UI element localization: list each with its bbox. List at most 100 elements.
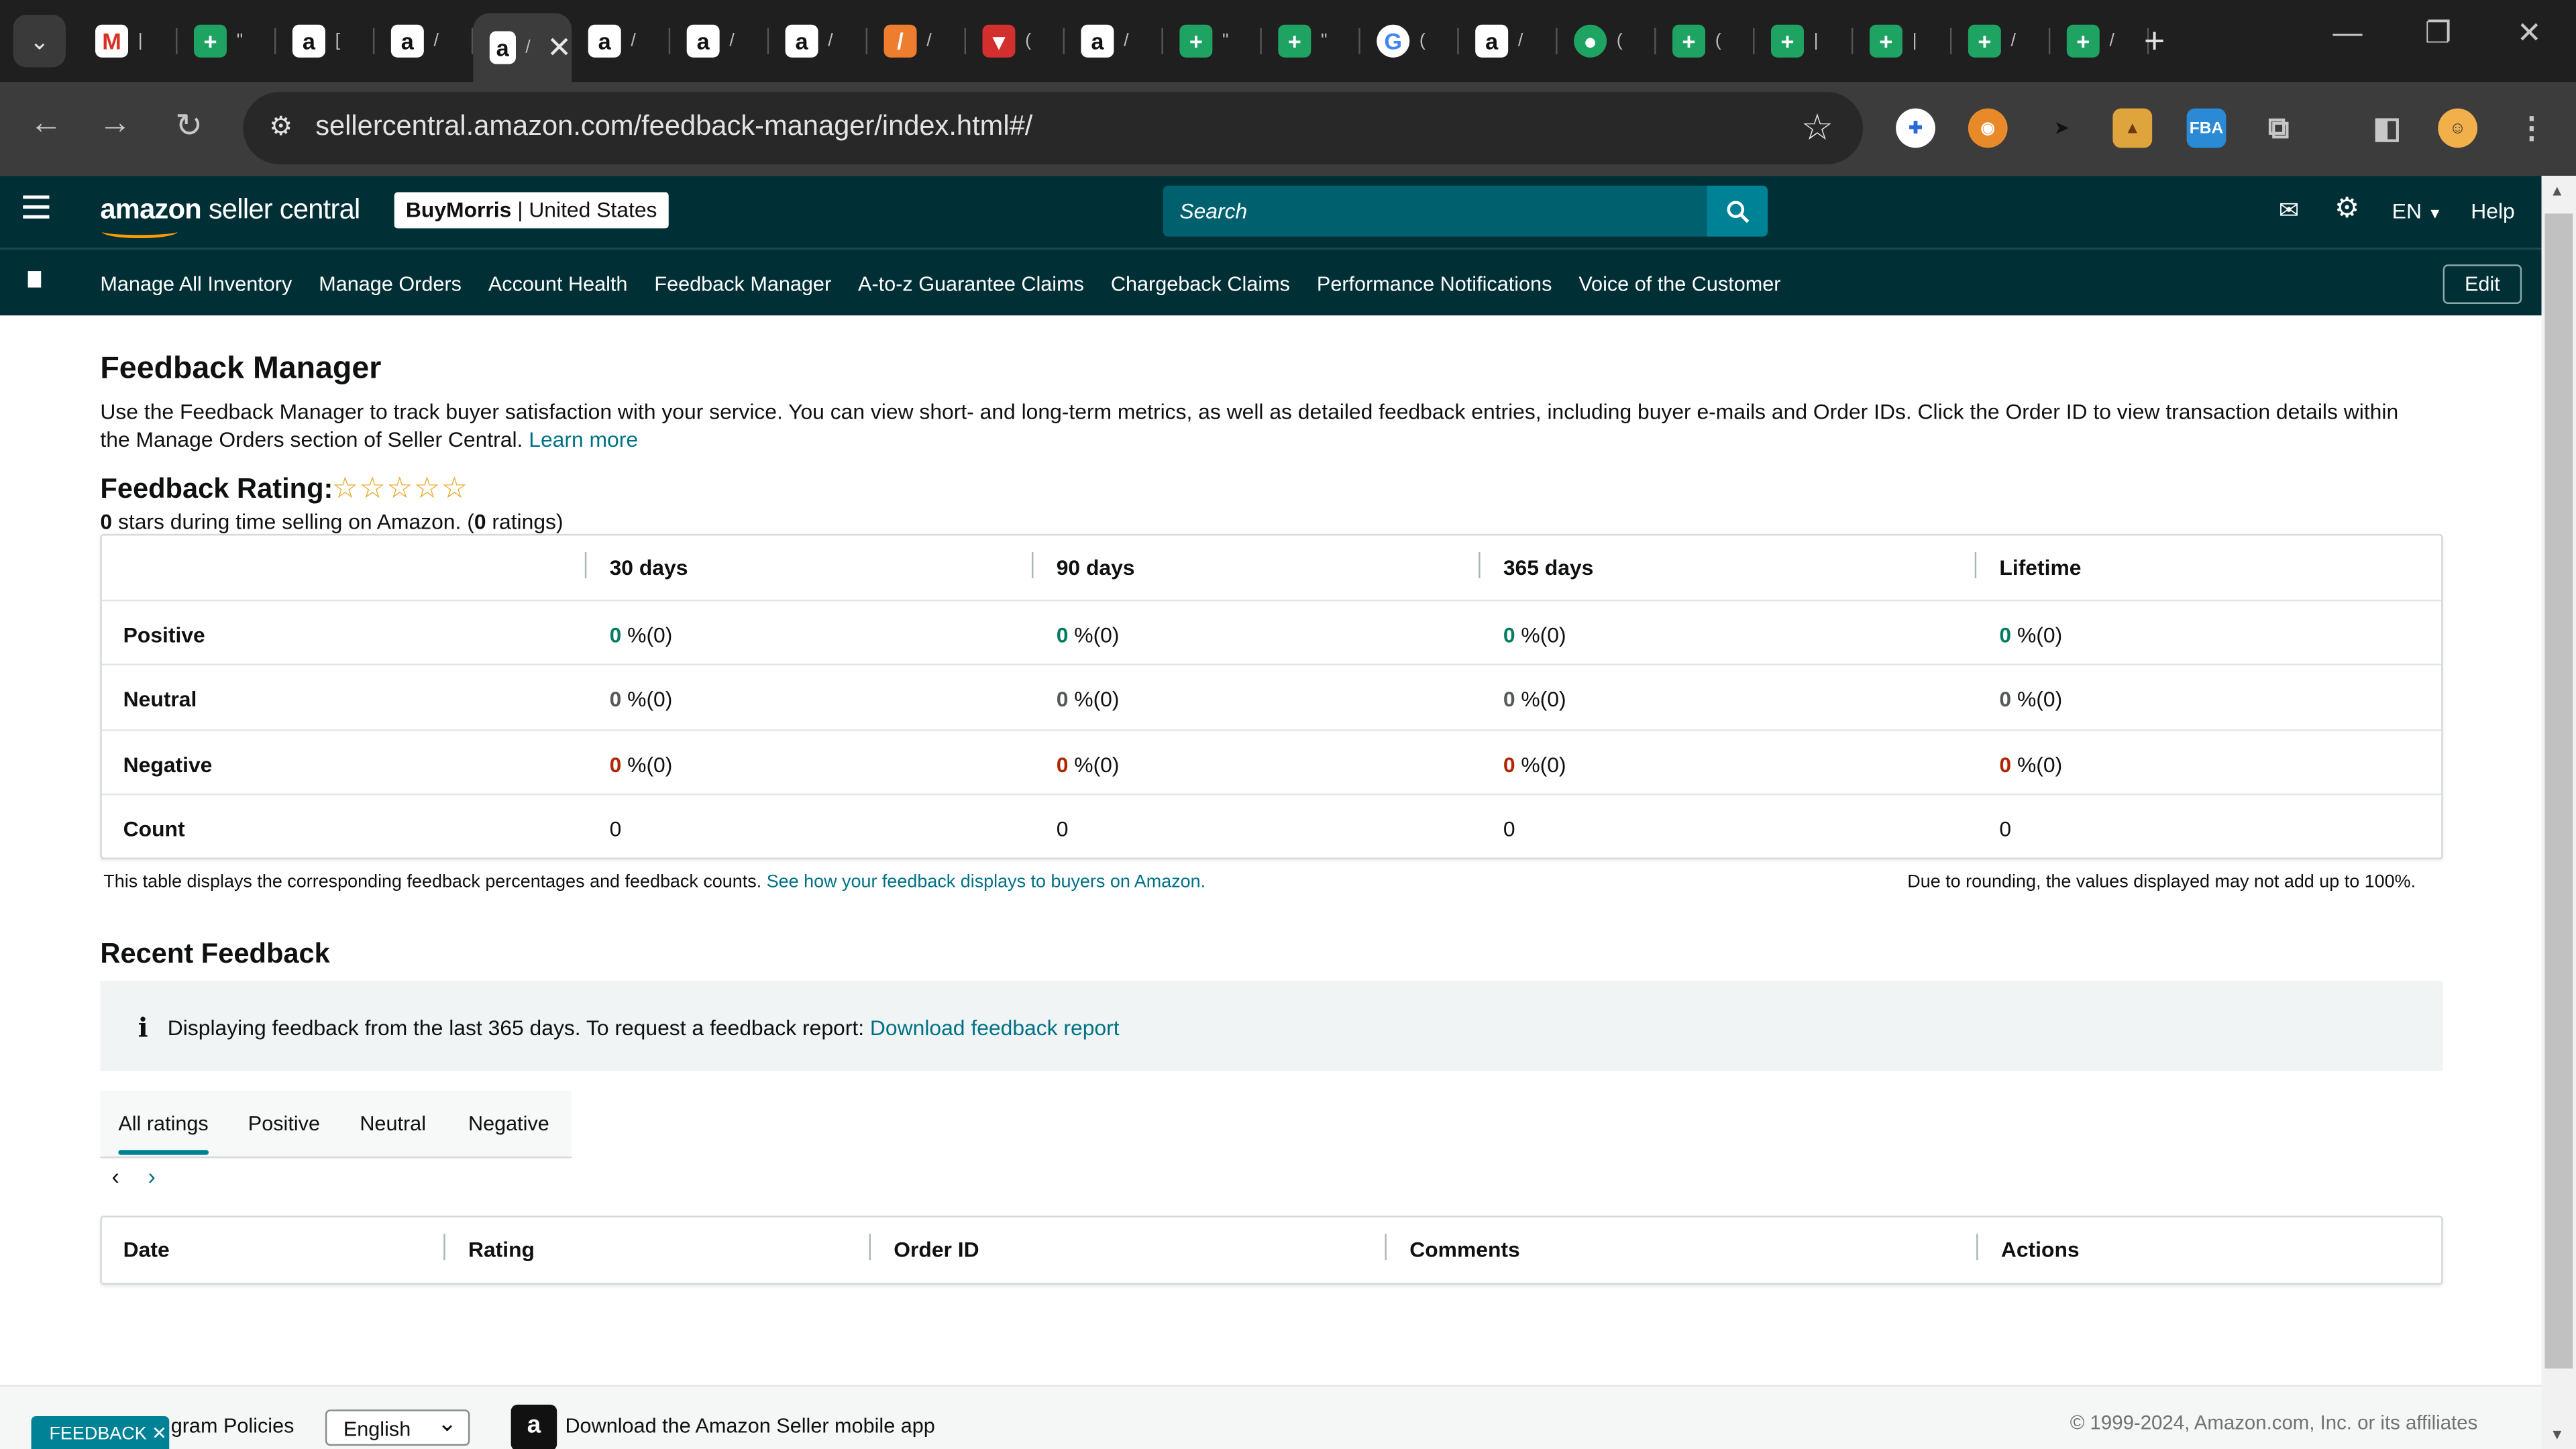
- nav-link-voice-of-the-customer[interactable]: Voice of the Customer: [1578, 273, 1780, 296]
- browser-tab[interactable]: + |: [1853, 13, 1952, 69]
- new-tab-button[interactable]: +: [2144, 19, 2165, 62]
- site-info-icon[interactable]: ⚙: [263, 110, 299, 146]
- seller-central-logo[interactable]: amazon seller central: [100, 194, 360, 227]
- browser-tab[interactable]: a /: [1065, 13, 1163, 69]
- browser-tab[interactable]: + |: [1755, 13, 1854, 69]
- filter-tab-neutral[interactable]: Neutral: [360, 1112, 426, 1135]
- browser-tab[interactable]: / /: [867, 13, 967, 69]
- cell-value: 0: [609, 816, 622, 841]
- browser-tab[interactable]: M |: [79, 13, 178, 69]
- table-cell: 0 %(0): [1999, 623, 2062, 647]
- extension-hat-icon[interactable]: ▲: [2112, 108, 2153, 148]
- hamburger-menu-icon[interactable]: [23, 195, 50, 225]
- browser-tab[interactable]: a /: [1459, 13, 1558, 69]
- amazon-smile-icon: [101, 225, 178, 239]
- reload-icon[interactable]: ↻: [166, 105, 212, 152]
- search-button[interactable]: [1707, 185, 1768, 237]
- profile-avatar-icon[interactable]: ☺: [2438, 108, 2478, 148]
- rating-filter-tabs: All ratings Positive Neutral Negative: [100, 1091, 572, 1159]
- close-icon[interactable]: ✕: [152, 1424, 167, 1444]
- address-bar[interactable]: ⚙ sellercentral.amazon.com/feedback-mana…: [243, 92, 1864, 164]
- download-report-link[interactable]: Download feedback report: [870, 1015, 1120, 1040]
- nav-link-manage-all-inventory[interactable]: Manage All Inventory: [100, 273, 292, 296]
- browser-tab[interactable]: + ": [1262, 13, 1360, 69]
- browser-tab[interactable]: + /: [2050, 13, 2149, 69]
- browser-tab[interactable]: ●(: [1558, 13, 1656, 69]
- nav-link-a-to-z-guarantee-claims[interactable]: A-to-z Guarantee Claims: [858, 273, 1084, 296]
- scroll-down-icon[interactable]: ▼: [2550, 1426, 2565, 1442]
- extensions-puzzle-icon[interactable]: ⧉: [2259, 109, 2298, 148]
- minimize-icon[interactable]: —: [2333, 16, 2363, 50]
- extension-fba-icon[interactable]: FBA: [2186, 108, 2226, 148]
- page-title: Feedback Manager: [100, 352, 382, 386]
- nav-links: Manage All Inventory Manage Orders Account…: [100, 273, 1807, 296]
- settings-gear-icon[interactable]: ⚙: [2334, 193, 2359, 225]
- feedback-widget-button[interactable]: FEEDBACK ✕: [31, 1416, 170, 1449]
- feedback-metrics-table: 30 days 90 days 365 days Lifetime Positive 0 …: [100, 533, 2443, 859]
- browser-tab[interactable]: ▾(: [966, 13, 1065, 69]
- browser-tab[interactable]: + ": [177, 13, 276, 69]
- search-input[interactable]: Search: [1163, 185, 1707, 237]
- nav-link-feedback-manager[interactable]: Feedback Manager: [654, 273, 831, 296]
- browser-menu-icon[interactable]: ⋮: [2512, 109, 2551, 148]
- scroll-thumb[interactable]: [2544, 213, 2573, 1369]
- filter-tab-all-ratings[interactable]: All ratings: [118, 1112, 209, 1155]
- nav-link-account-health[interactable]: Account Health: [488, 273, 628, 296]
- filter-tab-negative[interactable]: Negative: [468, 1112, 549, 1135]
- back-icon[interactable]: ←: [23, 105, 69, 152]
- bookmark-icon[interactable]: [28, 271, 42, 288]
- browser-tab[interactable]: a / ✕: [473, 13, 572, 83]
- info-text: Displaying feedback from the last 365 da…: [167, 1015, 1120, 1040]
- next-page-icon[interactable]: ›: [148, 1163, 155, 1189]
- tab-search-button[interactable]: ⌄: [13, 15, 66, 68]
- language-selector[interactable]: EN ▼: [2392, 199, 2443, 223]
- browser-tab[interactable]: +(: [1656, 13, 1755, 69]
- mail-icon[interactable]: ✉: [2279, 195, 2300, 225]
- page-scrollbar[interactable]: ▲ ▼: [2541, 176, 2576, 1449]
- close-window-icon[interactable]: ✕: [2517, 16, 2542, 50]
- table-header-row: 30 days 90 days 365 days Lifetime: [102, 535, 2441, 600]
- help-link[interactable]: Help: [2471, 199, 2515, 223]
- account-switcher[interactable]: BuyMorris | United States: [394, 192, 669, 229]
- scroll-up-icon[interactable]: ▲: [2550, 182, 2565, 199]
- program-policies-link[interactable]: gram Policies: [171, 1415, 294, 1438]
- bookmark-navigation: Manage All Inventory Manage Orders Account…: [0, 248, 2542, 316]
- browser-tab[interactable]: + ": [1163, 13, 1262, 69]
- browser-tab[interactable]: a /: [670, 13, 769, 69]
- cell-suffix: %(0): [2011, 623, 2063, 647]
- extension-orange-icon[interactable]: ◉: [1968, 108, 2008, 148]
- download-app-link[interactable]: Download the Amazon Seller mobile app: [565, 1415, 934, 1438]
- table-row-positive: Positive 0 %(0) 0 %(0) 0 %(0) 0 %(0): [101, 599, 2442, 665]
- footer-language-select[interactable]: English: [325, 1405, 470, 1446]
- browser-tab[interactable]: a /: [374, 13, 474, 69]
- row-label: Neutral: [123, 687, 197, 712]
- previous-page-icon[interactable]: ‹: [112, 1163, 119, 1189]
- browser-tab[interactable]: G(: [1360, 13, 1459, 69]
- extension-blue-icon[interactable]: ✚: [1896, 108, 1935, 148]
- browser-tab[interactable]: a /: [572, 13, 671, 69]
- bookmark-star-icon[interactable]: ☆: [1801, 107, 1833, 150]
- tab-title-fragment: ": [1222, 31, 1229, 51]
- forward-icon[interactable]: →: [92, 105, 138, 152]
- browser-tab[interactable]: + /: [1951, 13, 2051, 69]
- side-panel-icon[interactable]: ◧: [2367, 109, 2407, 148]
- nav-link-performance-notifications[interactable]: Performance Notifications: [1317, 273, 1552, 296]
- nav-link-manage-orders[interactable]: Manage Orders: [319, 273, 462, 296]
- browser-tab[interactable]: a /: [769, 13, 868, 69]
- feedback-display-link[interactable]: See how your feedback displays to buyers…: [767, 872, 1205, 892]
- tab-title-fragment: /: [1517, 31, 1523, 51]
- tab-title-fragment: (: [1616, 31, 1623, 51]
- url-text[interactable]: sellercentral.amazon.com/feedback-manage…: [315, 110, 1032, 143]
- restore-icon[interactable]: ❐: [2425, 16, 2452, 50]
- filter-tab-positive[interactable]: Positive: [248, 1112, 320, 1135]
- extension-dark-icon[interactable]: ➤: [2042, 109, 2082, 148]
- rounding-note: Due to rounding, the values displayed ma…: [1907, 872, 2416, 892]
- cell-value: 0: [1999, 687, 2012, 712]
- close-tab-icon[interactable]: ✕: [547, 30, 572, 64]
- nav-link-chargeback-claims[interactable]: Chargeback Claims: [1111, 273, 1290, 296]
- edit-bookmarks-button[interactable]: Edit: [2443, 264, 2522, 305]
- table-note: This table displays the corresponding fe…: [103, 872, 1206, 892]
- browser-tab[interactable]: a[: [276, 13, 375, 69]
- cell-value: 0: [1999, 751, 2012, 777]
- learn-more-link[interactable]: Learn more: [529, 427, 638, 452]
